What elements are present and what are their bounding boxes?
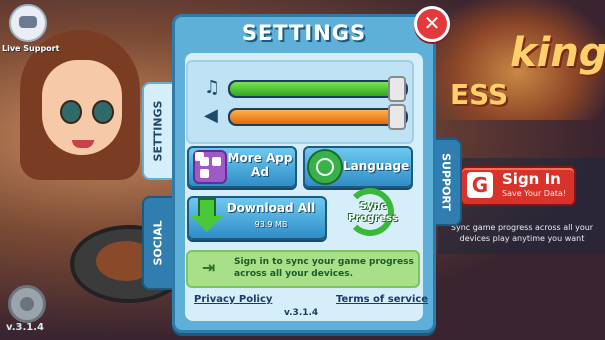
sign-in-arrow-icon: ⇥ (202, 258, 216, 277)
sign-in-info-box: ⇥ Sign in to sync your game progress acr… (186, 250, 420, 288)
sync-progress-button[interactable]: Sync Progress (344, 188, 402, 240)
tab-settings[interactable]: SETTINGS (142, 82, 174, 180)
music-slider-fill (230, 82, 401, 96)
sound-slider-handle[interactable] (387, 104, 406, 130)
music-note-icon: ♫ (204, 77, 221, 98)
sign-in-subtitle: Save Your Data! (502, 189, 567, 198)
google-icon: G (467, 172, 493, 198)
live-support-label: Live Support (2, 44, 60, 53)
dialog-title: SETTINGS (241, 21, 367, 45)
download-arrow-icon (191, 196, 223, 236)
globe-icon (307, 149, 343, 185)
tab-support-label: SUPPORT (439, 153, 453, 211)
close-icon: ✕ (423, 11, 441, 35)
tab-social-label: SOCIAL (151, 220, 165, 266)
google-sign-in-button[interactable]: G Sign In Save Your Data! (460, 166, 576, 206)
sign-in-description: Sync game progress across all your devic… (450, 223, 594, 243)
language-label: Language (343, 159, 410, 173)
close-button[interactable]: ✕ (414, 6, 450, 42)
privacy-policy-link[interactable]: Privacy Policy (194, 294, 272, 305)
download-all-label: Download All (226, 201, 316, 215)
dialog-version-label: v.3.1.4 (284, 308, 319, 318)
sound-slider[interactable] (228, 108, 408, 126)
tab-social[interactable]: SOCIAL (142, 196, 174, 290)
more-app-ad-button[interactable]: More App Ad (187, 146, 297, 188)
gear-icon[interactable] (8, 285, 46, 323)
download-size-label: 93.9 MB (254, 220, 288, 229)
live-support-button[interactable]: Live Support (2, 2, 60, 58)
apps-grid-icon (193, 150, 227, 184)
download-all-button[interactable]: Download All 93.9 MB (187, 196, 327, 240)
chat-bubble-icon (9, 4, 47, 42)
speaker-icon: ◀ (204, 105, 218, 126)
background-title-text: king (510, 30, 605, 76)
music-slider-row: ♫ (188, 76, 412, 102)
tab-settings-label: SETTINGS (151, 100, 165, 162)
music-slider[interactable] (228, 80, 408, 98)
volume-sliders: ♫ ◀ (186, 60, 414, 144)
background-title-text-2: ESS (450, 78, 509, 111)
sign-in-title: Sign In (502, 170, 561, 188)
language-button[interactable]: Language (303, 146, 413, 188)
more-app-ad-label: More App Ad (227, 151, 293, 179)
sound-slider-row: ◀ (188, 104, 412, 130)
sign-in-info-text: Sign in to sync your game progress acros… (234, 257, 414, 279)
terms-of-service-link[interactable]: Terms of service (336, 294, 428, 305)
music-slider-handle[interactable] (387, 76, 406, 102)
sync-progress-label: Sync Progress (348, 201, 398, 224)
sound-slider-fill (230, 110, 401, 124)
version-label: v.3.1.4 (6, 322, 44, 333)
